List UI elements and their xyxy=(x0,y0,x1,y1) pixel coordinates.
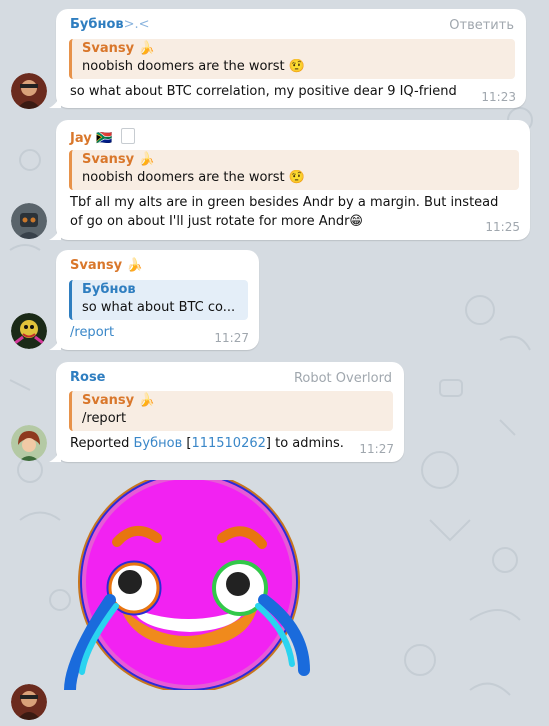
message-time: 11:25 xyxy=(485,220,520,234)
badge-icon xyxy=(120,128,135,144)
message-text-line-1: Tbf all my alts are in green besides And… xyxy=(70,195,499,210)
sender-name[interactable]: Бубнов>.< xyxy=(70,17,150,32)
message-time: 11:23 xyxy=(481,90,516,104)
avatar[interactable] xyxy=(11,73,47,109)
message-text: so what about BTC correlation, my positi… xyxy=(70,84,457,99)
avatar[interactable] xyxy=(11,684,47,720)
avatar[interactable] xyxy=(11,203,47,239)
message-bubble[interactable]: Rose Robot Overlord Svansy 🍌 /report Rep… xyxy=(49,362,404,462)
reply-quote[interactable]: Svansy 🍌 /report xyxy=(69,391,393,431)
sender-name[interactable]: Svansy 🍌 xyxy=(70,258,143,273)
sender-name[interactable]: Jay 🇿🇦 xyxy=(70,128,135,146)
sticker-image xyxy=(64,471,310,696)
laughing-crying-emoji-sticker[interactable] xyxy=(62,471,312,696)
avatar[interactable] xyxy=(11,425,47,461)
message-time: 11:27 xyxy=(359,442,394,456)
reply-sender: Svansy 🍌 xyxy=(82,152,155,167)
message-bubble[interactable]: Бубнов>.< Ответить Svansy 🍌 noobish doom… xyxy=(49,9,526,108)
reply-quote[interactable]: Бубнов so what about BTC co... xyxy=(69,280,248,320)
avatar[interactable] xyxy=(11,313,47,349)
reply-quote[interactable]: Svansy 🍌 noobish doomers are the worst 🤨 xyxy=(69,150,519,190)
reply-text: noobish doomers are the worst 🤨 xyxy=(82,170,305,185)
reply-text: noobish doomers are the worst 🤨 xyxy=(82,59,305,74)
sender-name[interactable]: Rose xyxy=(70,370,106,385)
reply-sender: Svansy 🍌 xyxy=(82,393,155,408)
message-text-line-2: of go on about I'll just rotate for more… xyxy=(70,214,363,229)
sender-name-text: Jay 🇿🇦 xyxy=(70,131,113,146)
message-bubble[interactable]: Svansy 🍌 Бубнов so what about BTC co... … xyxy=(49,250,259,350)
message-text: Reported Бубнов [111510262] to admins. xyxy=(70,436,344,451)
reply-text: so what about BTC co... xyxy=(82,300,236,315)
sender-suffix: >.< xyxy=(123,17,150,32)
reply-sender: Svansy 🍌 xyxy=(82,41,155,56)
user-id-link[interactable]: 111510262 xyxy=(191,436,265,451)
reply-sender: Бубнов xyxy=(82,282,136,297)
user-mention-link[interactable]: Бубнов xyxy=(133,436,182,451)
sender-title: Robot Overlord xyxy=(293,371,392,386)
message-time: 11:27 xyxy=(214,331,249,345)
report-command-link[interactable]: /report xyxy=(70,323,114,342)
message-text-suffix: to admins. xyxy=(270,436,344,451)
reply-button[interactable]: Ответить xyxy=(449,18,514,33)
message-text-prefix: Reported xyxy=(70,436,134,451)
sender-name-text: Бубнов xyxy=(70,17,124,32)
reply-quote[interactable]: Svansy 🍌 noobish doomers are the worst 🤨 xyxy=(69,39,515,79)
message-bubble[interactable]: Jay 🇿🇦 Svansy 🍌 noobish doomers are the … xyxy=(49,120,530,240)
reply-text: /report xyxy=(82,411,127,426)
